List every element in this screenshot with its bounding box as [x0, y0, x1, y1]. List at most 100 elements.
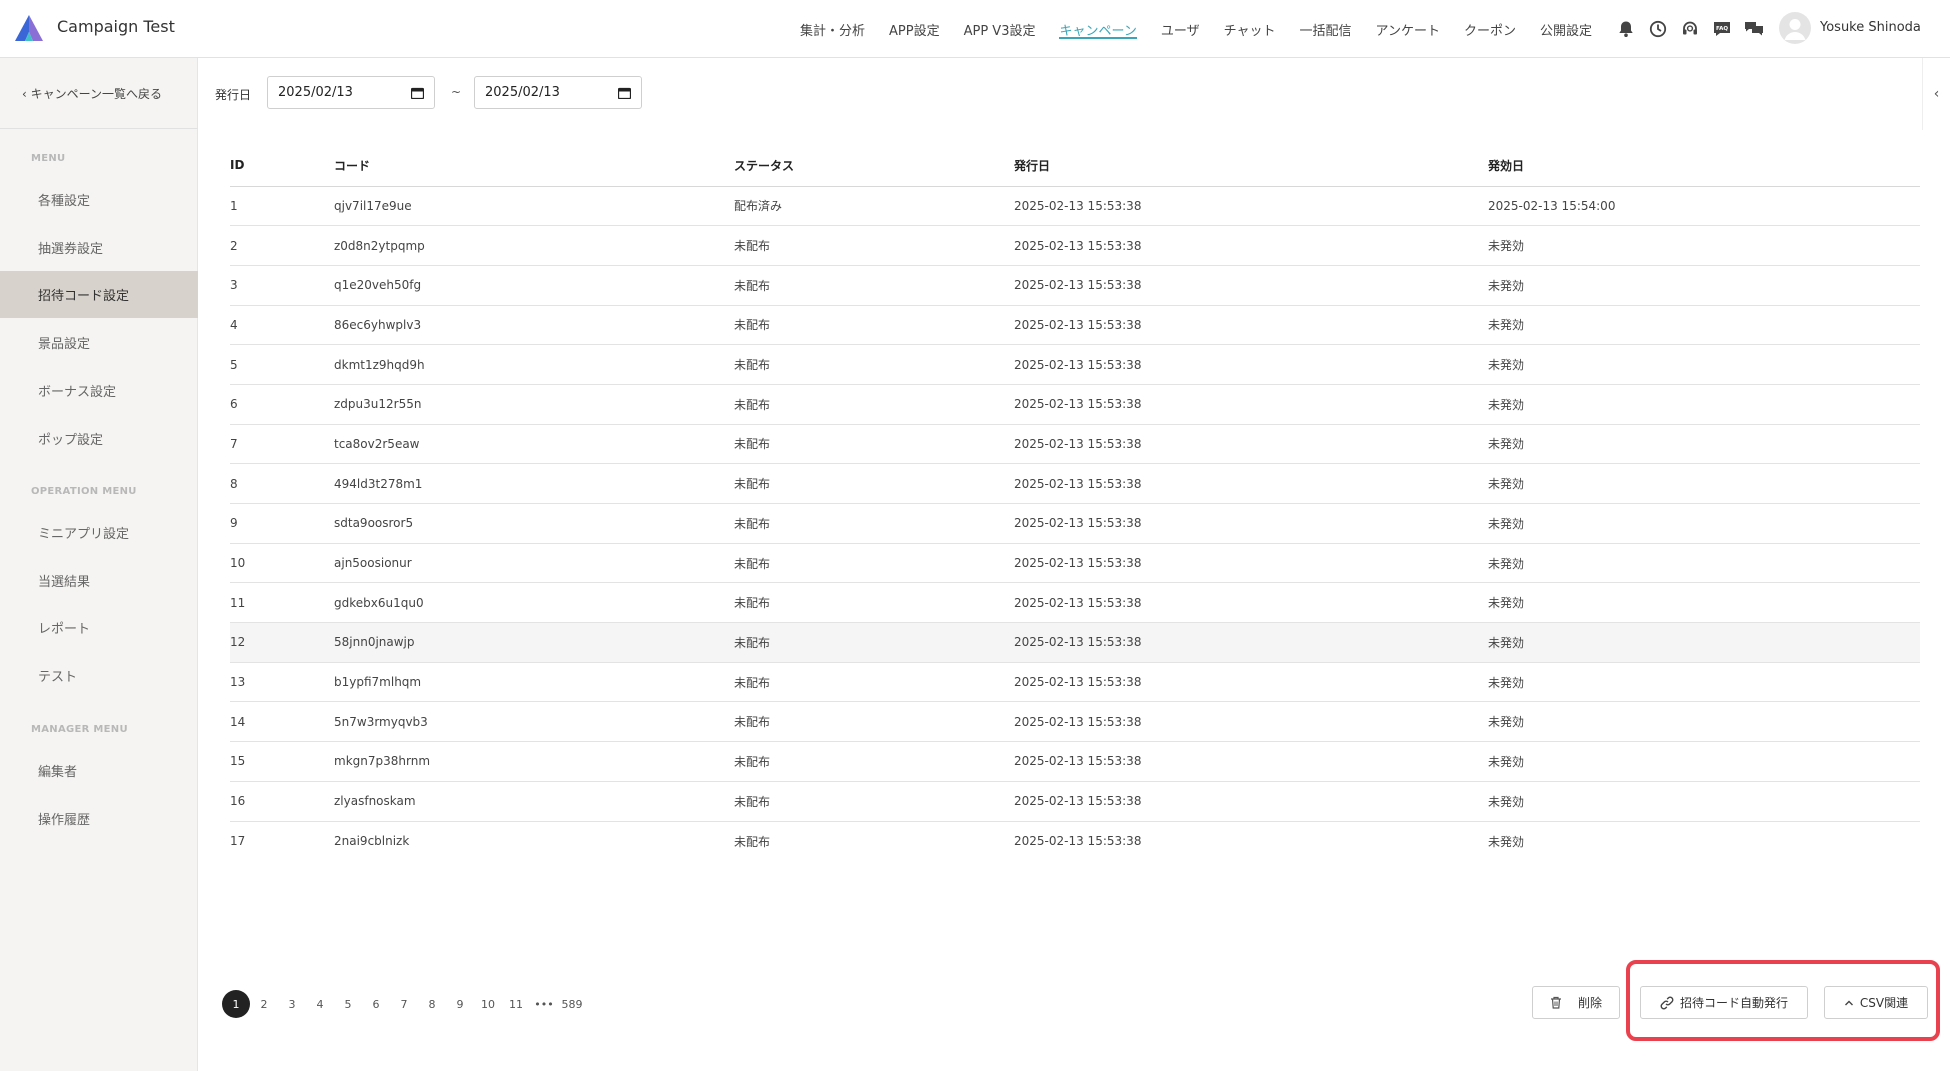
- back-link-label: キャンペーン一覧へ戻る: [30, 87, 163, 101]
- table-cell: 2025-02-13 15:53:38: [1014, 265, 1488, 306]
- page-last[interactable]: 589: [558, 990, 586, 1018]
- nav-item-3[interactable]: APP V3設定: [964, 0, 1036, 58]
- table-row[interactable]: 14 5n7w3rmyqvb3 未配布 2025-02-13 15:53:38 未発効: [230, 701, 1920, 743]
- table-cell: 2025-02-13 15:54:00: [1488, 186, 1920, 227]
- table-cell: 未配布: [734, 741, 1014, 782]
- bell-icon[interactable]: [1615, 18, 1637, 40]
- table-row[interactable]: 9 sdta9oosror5 未配布 2025-02-13 15:53:38 未発効: [230, 503, 1920, 544]
- nav-item-2[interactable]: APP設定: [889, 0, 940, 58]
- table-row[interactable]: 10 ajn5oosionur 未配布 2025-02-13 15:53:38 未発効: [230, 543, 1920, 584]
- nav-item-5[interactable]: ユーザ: [1161, 0, 1200, 58]
- headset-icon[interactable]: [1679, 18, 1701, 40]
- avatar[interactable]: [1779, 12, 1811, 44]
- table-row[interactable]: 1 qjv7il17e9ue 配布済み 2025-02-13 15:53:38 2025…: [230, 186, 1920, 227]
- csv-menu-button[interactable]: CSV関連: [1824, 986, 1928, 1019]
- sidebar-item-2-1[interactable]: ミニアプリ設定: [0, 509, 198, 556]
- page-6[interactable]: 6: [362, 990, 390, 1018]
- table-cell: 16: [230, 781, 334, 822]
- table-cell: 58jnn0jnawjp: [334, 622, 734, 663]
- table-row[interactable]: 7 tca8ov2r5eaw 未配布 2025-02-13 15:53:38 未発効: [230, 424, 1920, 465]
- nav-item-1[interactable]: 集計・分析: [800, 0, 865, 58]
- table-body: 1 qjv7il17e9ue 配布済み 2025-02-13 15:53:38 2025…: [230, 186, 1920, 861]
- page-1[interactable]: 1: [222, 990, 250, 1018]
- table-row[interactable]: 17 2nai9cblnizk 未配布 2025-02-13 15:53:38 未発効: [230, 821, 1920, 861]
- table-cell: 未配布: [734, 305, 1014, 346]
- sidebar-item-1-3[interactable]: 招待コード設定: [0, 271, 198, 319]
- page-3[interactable]: 3: [278, 990, 306, 1018]
- date-from-input[interactable]: 2025/02/13: [267, 76, 435, 109]
- page-2[interactable]: 2: [250, 990, 278, 1018]
- table-cell: tca8ov2r5eaw: [334, 424, 734, 465]
- sidebar-item-2-4[interactable]: テスト: [0, 652, 198, 699]
- sidebar-item-1-6[interactable]: ポップ設定: [0, 415, 198, 462]
- table-cell: 未発効: [1488, 662, 1920, 703]
- table-cell: 2025-02-13 15:53:38: [1014, 424, 1488, 465]
- nav-item-10[interactable]: 公開設定: [1540, 0, 1592, 58]
- nav-item-6[interactable]: チャット: [1224, 0, 1276, 58]
- table-cell: q1e20veh50fg: [334, 265, 734, 306]
- table-row[interactable]: 4 86ec6yhwplv3 未配布 2025-02-13 15:53:38 未発効: [230, 305, 1920, 346]
- page-10[interactable]: 10: [474, 990, 502, 1018]
- back-to-campaign-list-link[interactable]: ‹ キャンペーン一覧へ戻る: [22, 85, 162, 102]
- page-9[interactable]: 9: [446, 990, 474, 1018]
- table-row[interactable]: 8 494ld3t278m1 未配布 2025-02-13 15:53:38 未発効: [230, 463, 1920, 504]
- table-cell: 2025-02-13 15:53:38: [1014, 741, 1488, 782]
- sidebar-item-3-1[interactable]: 編集者: [0, 747, 198, 794]
- table-row[interactable]: 6 zdpu3u12r55n 未配布 2025-02-13 15:53:38 未発効: [230, 384, 1920, 425]
- menu-heading-2: OPERATION MENU: [31, 486, 137, 497]
- panel-collapse-chevron-icon[interactable]: ‹: [1922, 58, 1950, 130]
- delete-button[interactable]: 削除: [1532, 986, 1620, 1019]
- pagination: 1 2 3 4 5 6 7 8 9 10 11 ••• 589: [222, 990, 586, 1018]
- auto-issue-invite-code-button[interactable]: 招待コード自動発行: [1640, 986, 1808, 1019]
- table-cell: 2025-02-13 15:53:38: [1014, 781, 1488, 822]
- table-cell: 8: [230, 463, 334, 504]
- nav-item-8[interactable]: アンケート: [1375, 0, 1439, 58]
- column-header: コード: [334, 145, 734, 187]
- table-row[interactable]: 13 b1ypfi7mlhqm 未配布 2025-02-13 15:53:38 未発効: [230, 662, 1920, 703]
- page-11[interactable]: 11: [502, 990, 530, 1018]
- sidebar-item-2-3[interactable]: レポート: [0, 604, 198, 651]
- table-row[interactable]: 11 gdkebx6u1qu0 未配布 2025-02-13 15:53:38 未発効: [230, 582, 1920, 624]
- page-5[interactable]: 5: [334, 990, 362, 1018]
- table-cell: 13: [230, 662, 334, 703]
- date-range-separator: ~: [451, 85, 462, 99]
- table-cell: 494ld3t278m1: [334, 463, 734, 504]
- sidebar-item-3-2[interactable]: 操作履歴: [0, 795, 198, 842]
- page-8[interactable]: 8: [418, 990, 446, 1018]
- table-cell: 2: [230, 225, 334, 266]
- user-name[interactable]: Yosuke Shinoda: [1820, 20, 1921, 35]
- table-row[interactable]: 16 zlyasfnoskam 未配布 2025-02-13 15:53:38 未発効: [230, 781, 1920, 822]
- table-row[interactable]: 2 z0d8n2ytpqmp 未配布 2025-02-13 15:53:38 未発効: [230, 225, 1920, 266]
- table-row[interactable]: 12 58jnn0jnawjp 未配布 2025-02-13 15:53:38 未発効: [230, 622, 1920, 663]
- table-cell: 未発効: [1488, 225, 1920, 266]
- page-ellipsis[interactable]: •••: [530, 990, 558, 1018]
- nav-item-7[interactable]: 一括配信: [1299, 0, 1351, 58]
- table-row[interactable]: 3 q1e20veh50fg 未配布 2025-02-13 15:53:38 未発効: [230, 265, 1920, 306]
- sidebar-item-1-1[interactable]: 各種設定: [0, 176, 198, 223]
- table-cell: 2025-02-13 15:53:38: [1014, 463, 1488, 504]
- clock-icon[interactable]: [1647, 18, 1669, 40]
- faq-icon[interactable]: FAQ: [1711, 18, 1733, 40]
- table-row[interactable]: 5 dkmt1z9hqd9h 未配布 2025-02-13 15:53:38 未発効: [230, 344, 1920, 385]
- table-cell: 7: [230, 424, 334, 465]
- chevron-up-icon: [1844, 1000, 1853, 1005]
- table-cell: 2025-02-13 15:53:38: [1014, 225, 1488, 266]
- date-from-value: 2025/02/13: [278, 85, 353, 100]
- nav-item-9[interactable]: クーポン: [1464, 0, 1516, 58]
- sidebar-item-1-4[interactable]: 景品設定: [0, 319, 198, 366]
- sidebar-item-1-5[interactable]: ボーナス設定: [0, 367, 198, 414]
- nav-item-4[interactable]: キャンペーン: [1059, 0, 1138, 58]
- table-cell: 未配布: [734, 662, 1014, 703]
- sidebar-item-1-2[interactable]: 抽選券設定: [0, 224, 198, 271]
- chevron-left-icon: ‹: [22, 87, 31, 101]
- table-cell: 未配布: [734, 582, 1014, 624]
- chat-icon[interactable]: [1743, 18, 1765, 40]
- table-cell: 未配布: [734, 265, 1014, 306]
- page-7[interactable]: 7: [390, 990, 418, 1018]
- column-header: ステータス: [734, 145, 1014, 187]
- sidebar-item-2-2[interactable]: 当選結果: [0, 557, 198, 604]
- table-row[interactable]: 15 mkgn7p38hrnm 未配布 2025-02-13 15:53:38 未発効: [230, 741, 1920, 782]
- page-4[interactable]: 4: [306, 990, 334, 1018]
- date-to-input[interactable]: 2025/02/13: [474, 76, 642, 109]
- table-cell: 未配布: [734, 344, 1014, 385]
